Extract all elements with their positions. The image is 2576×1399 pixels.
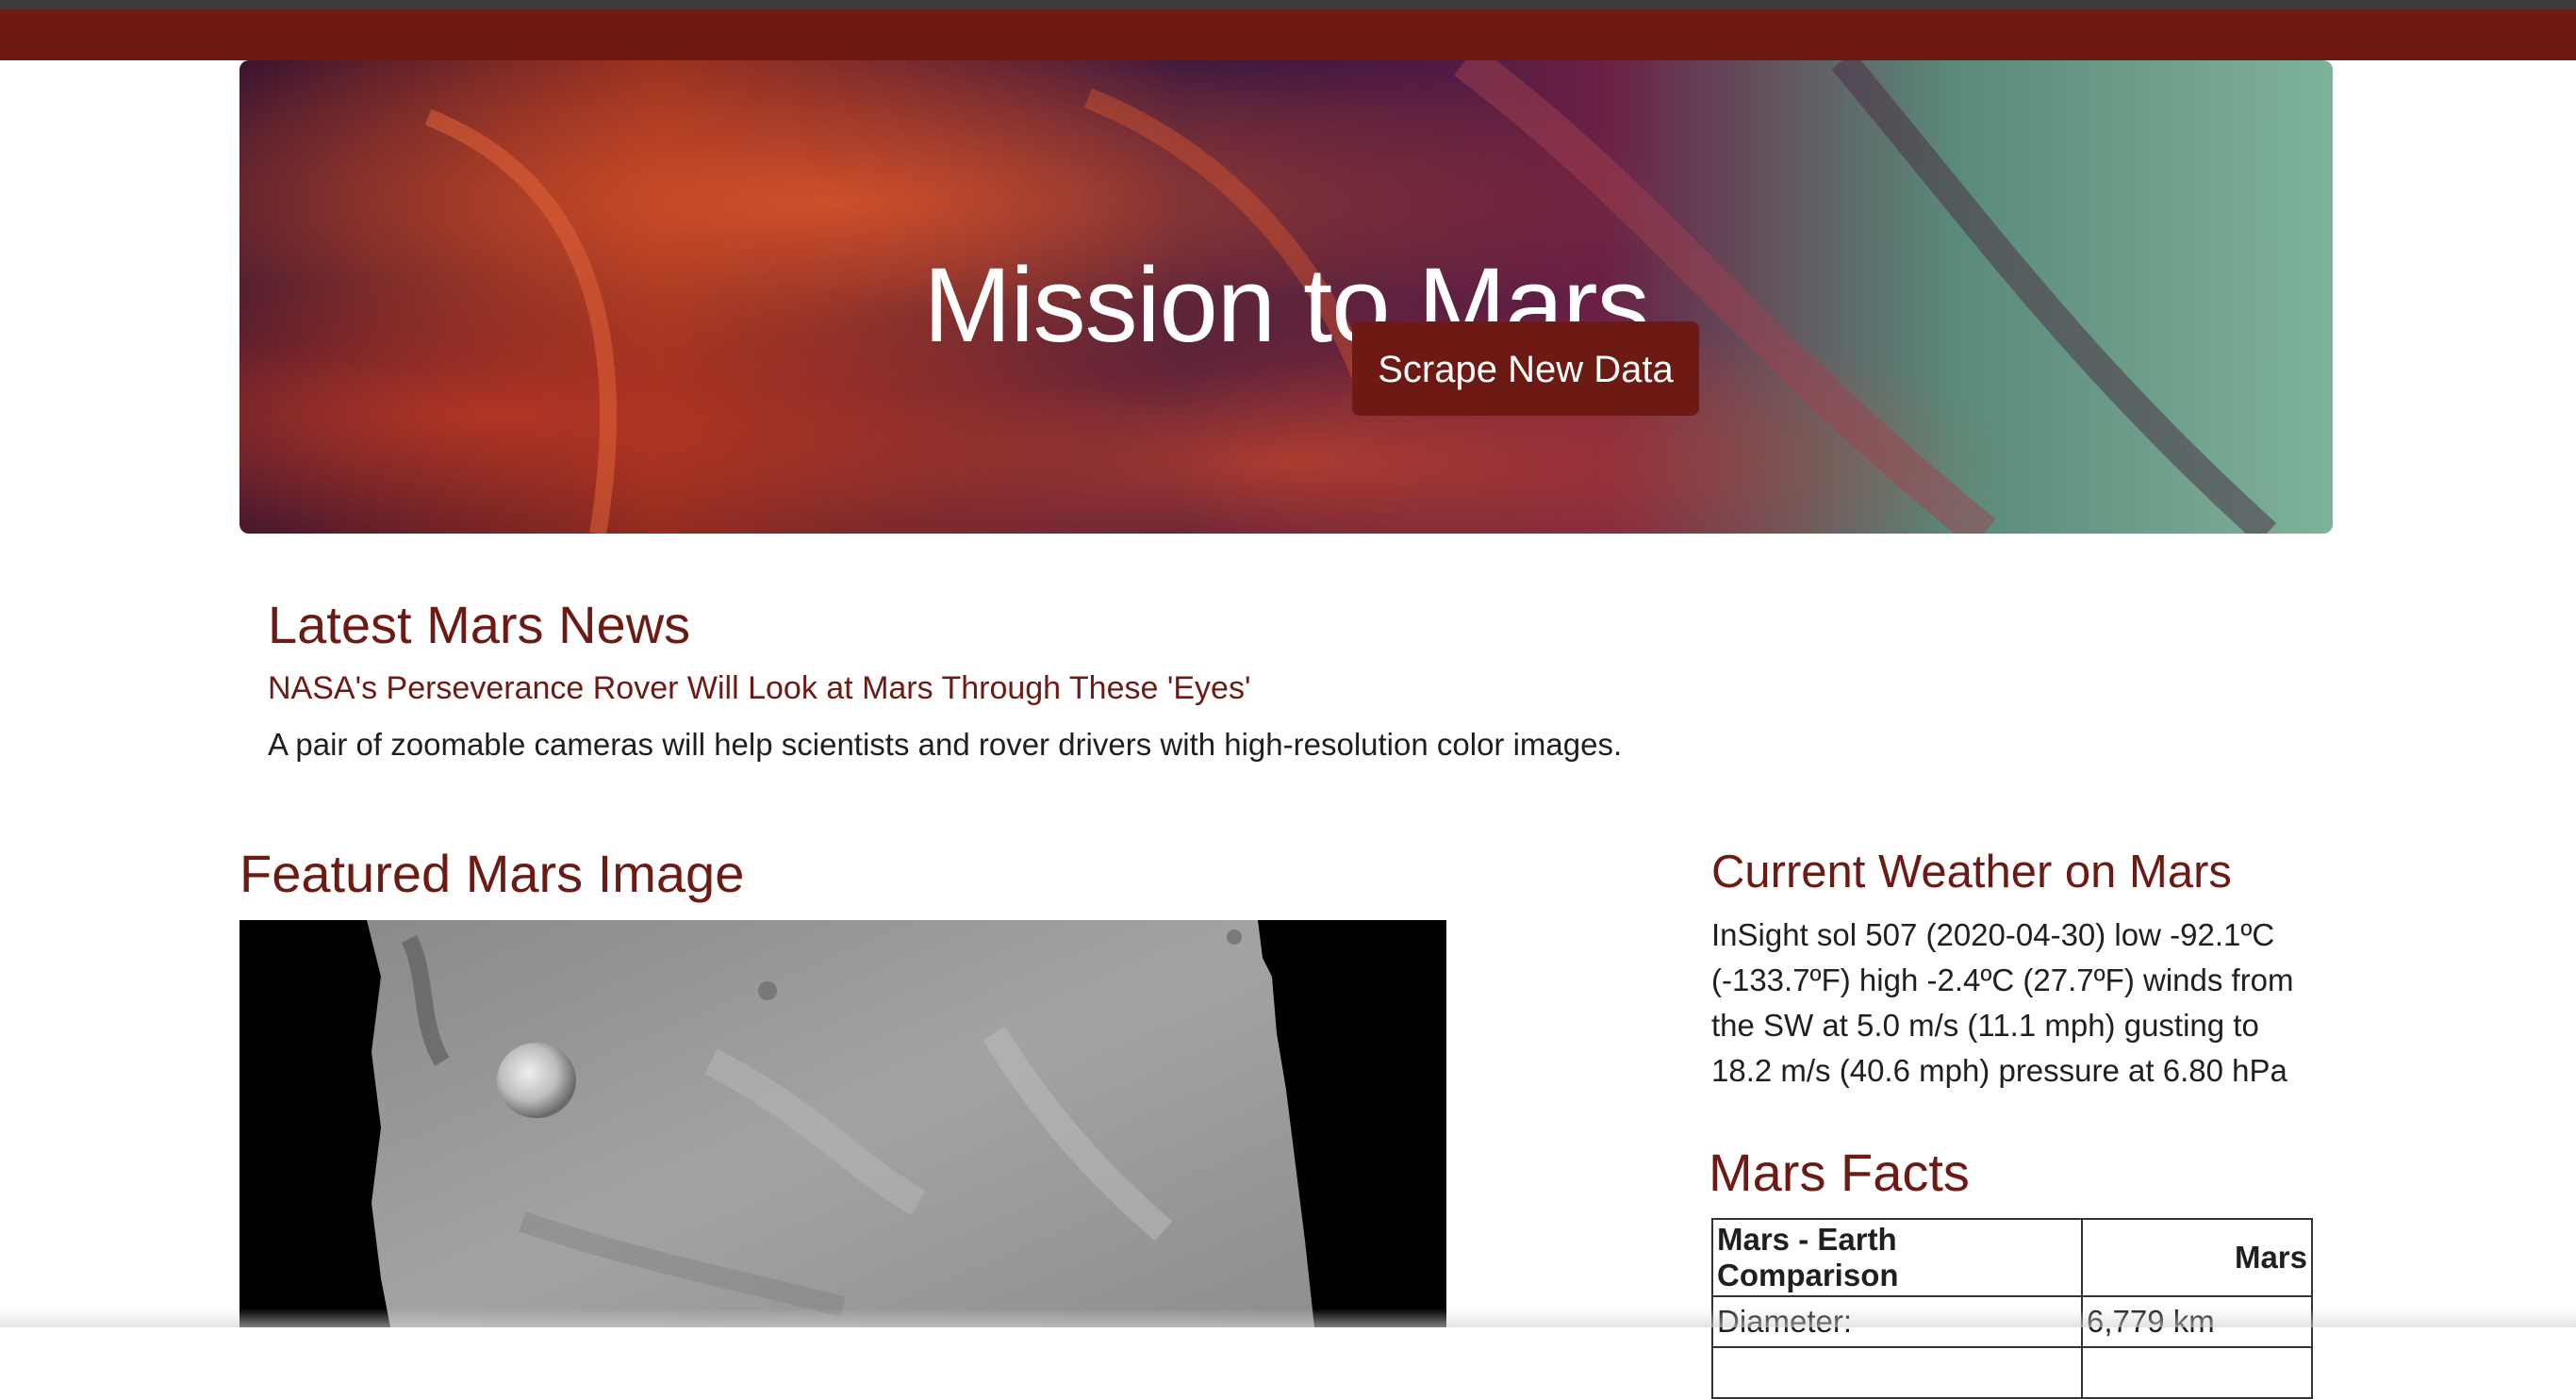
mars-facts-table: Mars - Earth Comparison Mars Diameter: 6… <box>1711 1218 2313 1399</box>
table-cell <box>2081 1346 2313 1399</box>
browser-top-strip <box>0 0 2576 9</box>
hero-banner: Mission to Mars Scrape New Data <box>239 60 2333 534</box>
latest-news-heading: Latest Mars News <box>268 595 691 654</box>
weather-heading: Current Weather on Mars <box>1711 847 2232 897</box>
table-cell: 6,779 km <box>2081 1295 2313 1348</box>
mars-facts-heading: Mars Facts <box>1709 1143 1970 1202</box>
weather-report: InSight sol 507 (2020-04-30) low -92.1ºC… <box>1711 917 2294 1088</box>
featured-mars-image <box>239 920 1446 1327</box>
featured-image-heading: Featured Mars Image <box>239 844 745 903</box>
scrape-new-data-button[interactable]: Scrape New Data <box>1352 321 1699 416</box>
table-cell <box>1711 1346 2083 1399</box>
navbar <box>0 9 2576 60</box>
page-title: Mission to Mars <box>923 246 1649 364</box>
table-header-cell: Mars - Earth Comparison <box>1711 1218 2083 1297</box>
table-row <box>1711 1346 2313 1399</box>
news-title-link[interactable]: NASA's Perseverance Rover Will Look at M… <box>268 667 1250 709</box>
news-teaser: A pair of zoomable cameras will help sci… <box>268 727 1623 762</box>
mars-terrain-image <box>367 920 1314 1327</box>
table-cell: Diameter: <box>1711 1295 2083 1348</box>
table-header-cell: Mars <box>2081 1218 2313 1297</box>
table-header-row: Mars - Earth Comparison Mars <box>1711 1218 2313 1297</box>
table-row: Diameter: 6,779 km <box>1711 1295 2313 1348</box>
